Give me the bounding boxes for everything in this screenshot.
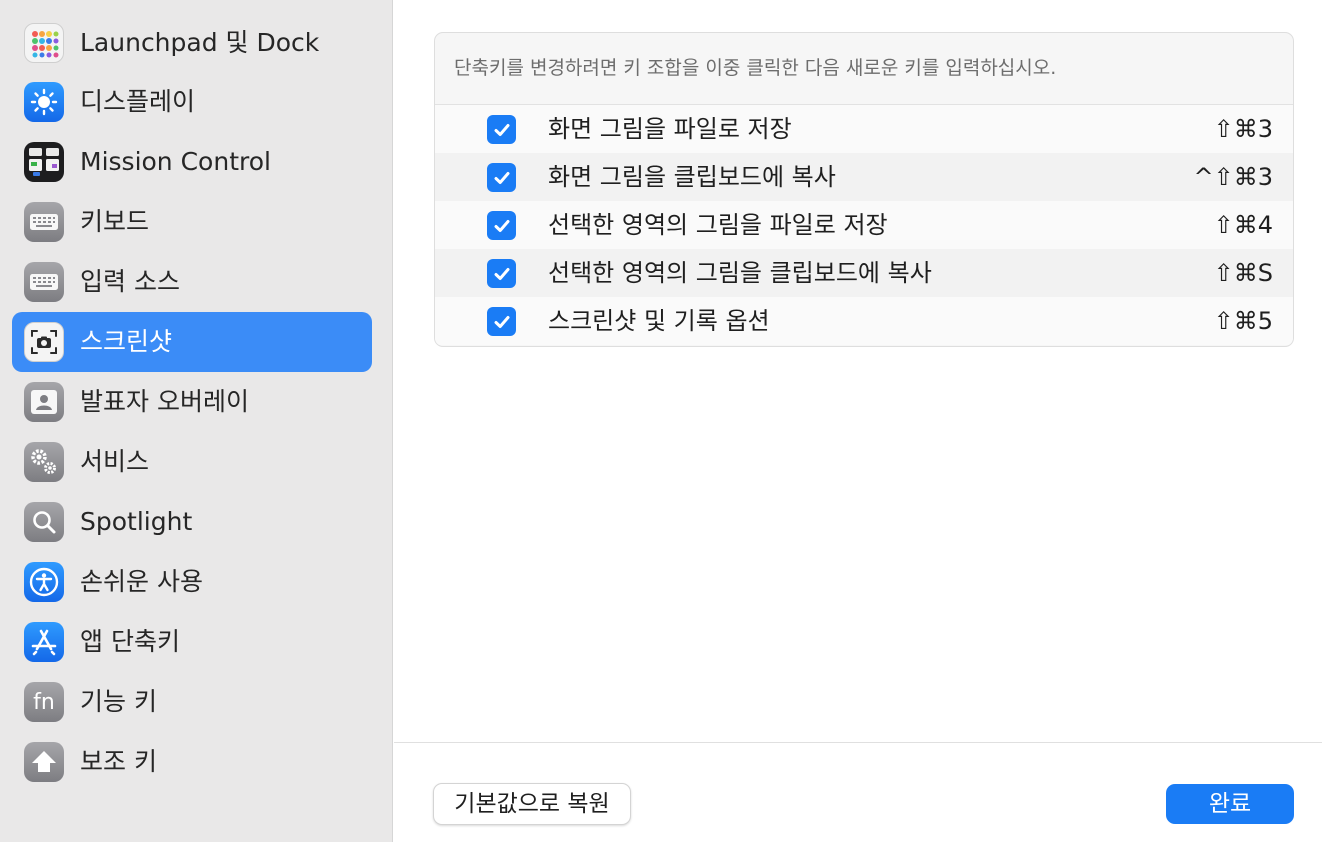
sidebar-item-label: 디스플레이	[80, 87, 196, 116]
sidebar-item-input-sources[interactable]: 입력 소스	[12, 252, 372, 312]
sidebar-item-label: Mission Control	[80, 147, 271, 176]
sidebar-item-label: Launchpad 및 Dock	[80, 28, 320, 57]
checkmark-icon	[494, 267, 509, 280]
shortcut-checkbox[interactable]	[487, 211, 516, 240]
sidebar-item-label: 보조 키	[80, 747, 157, 776]
shortcut-checkbox[interactable]	[487, 163, 516, 192]
shortcut-label: 화면 그림을 클립보드에 복사	[548, 163, 836, 191]
sidebar-item-accessibility[interactable]: 손쉬운 사용	[12, 552, 372, 612]
shortcut-label: 선택한 영역의 그림을 클립보드에 복사	[548, 259, 932, 287]
sidebar-item-services[interactable]: 서비스	[12, 432, 372, 492]
sidebar-item-label: 발표자 오버레이	[80, 387, 249, 416]
sidebar-item-label: 스크린샷	[80, 327, 173, 356]
shortcut-row[interactable]: 선택한 영역의 그림을 파일로 저장 ⇧⌘4	[435, 201, 1293, 249]
keyboard-shortcuts-window: Launchpad 및 Dock 디스플레이 Mission Control 키…	[0, 0, 1322, 842]
shortcuts-group: 단축키를 변경하려면 키 조합을 이중 클릭한 다음 새로운 키를 입력하십시오…	[434, 32, 1294, 347]
sidebar-item-label: 입력 소스	[80, 267, 180, 296]
sidebar-item-spotlight[interactable]: Spotlight	[12, 492, 372, 552]
shortcut-checkbox[interactable]	[487, 259, 516, 288]
checkmark-icon	[494, 123, 509, 136]
shortcut-keys[interactable]: ⇧⌘3	[1214, 105, 1273, 153]
sidebar-item-label: Spotlight	[80, 507, 193, 536]
sidebar-item-label: 앱 단축키	[80, 627, 180, 656]
display-brightness-icon	[24, 82, 64, 122]
app-store-icon	[24, 622, 64, 662]
screenshot-camera-icon	[24, 322, 64, 362]
presenter-overlay-icon	[24, 382, 64, 422]
keyboard-icon	[24, 202, 64, 242]
shortcut-row[interactable]: 선택한 영역의 그림을 클립보드에 복사 ⇧⌘S	[435, 249, 1293, 297]
sidebar: Launchpad 및 Dock 디스플레이 Mission Control 키…	[0, 0, 393, 842]
screenshot-shortcuts-panel: 단축키를 변경하려면 키 조합을 이중 클릭한 다음 새로운 키를 입력하십시오…	[394, 0, 1322, 842]
fn-key-icon: fn	[24, 682, 64, 722]
input-sources-keyboard-icon	[24, 262, 64, 302]
shortcut-row[interactable]: 화면 그림을 클립보드에 복사 ^⇧⌘3	[435, 153, 1293, 201]
shortcut-label: 선택한 영역의 그림을 파일로 저장	[548, 211, 888, 239]
modifier-keys-arrow-icon	[24, 742, 64, 782]
shortcut-row[interactable]: 스크린샷 및 기록 옵션 ⇧⌘5	[435, 297, 1293, 345]
shortcut-keys[interactable]: ^⇧⌘3	[1194, 153, 1274, 201]
shortcut-keys[interactable]: ⇧⌘5	[1214, 297, 1273, 345]
sidebar-item-mission-control[interactable]: Mission Control	[12, 132, 372, 192]
sidebar-item-presenter-overlay[interactable]: 발표자 오버레이	[12, 372, 372, 432]
svg-text:fn: fn	[33, 690, 55, 714]
sidebar-item-app-shortcuts[interactable]: 앱 단축키	[12, 612, 372, 672]
sidebar-item-label: 키보드	[80, 207, 150, 236]
sidebar-item-label: 기능 키	[80, 687, 157, 716]
mission-control-icon	[24, 142, 64, 182]
launchpad-icon	[24, 23, 64, 63]
checkmark-icon	[494, 219, 509, 232]
shortcut-label: 스크린샷 및 기록 옵션	[548, 307, 770, 335]
shortcut-label: 화면 그림을 파일로 저장	[548, 115, 792, 143]
sidebar-item-function-keys[interactable]: fn 기능 키	[12, 672, 372, 732]
sidebar-item-display[interactable]: 디스플레이	[12, 72, 372, 132]
shortcut-keys[interactable]: ⇧⌘4	[1214, 201, 1273, 249]
shortcut-checkbox[interactable]	[487, 307, 516, 336]
sidebar-item-modifier-keys[interactable]: 보조 키	[12, 732, 372, 792]
shortcut-checkbox[interactable]	[487, 115, 516, 144]
sidebar-item-label: 손쉬운 사용	[80, 567, 203, 596]
sidebar-item-launchpad[interactable]: Launchpad 및 Dock	[12, 13, 372, 73]
checkmark-icon	[494, 315, 509, 328]
restore-defaults-button[interactable]: 기본값으로 복원	[433, 783, 631, 825]
sidebar-item-screenshot[interactable]: 스크린샷	[12, 312, 372, 372]
shortcut-keys[interactable]: ⇧⌘S	[1214, 249, 1273, 297]
done-button[interactable]: 완료	[1166, 784, 1294, 824]
shortcut-hint-text: 단축키를 변경하려면 키 조합을 이중 클릭한 다음 새로운 키를 입력하십시오…	[435, 33, 1293, 105]
footer-divider	[394, 742, 1322, 743]
accessibility-icon	[24, 562, 64, 602]
sidebar-item-label: 서비스	[80, 447, 150, 476]
services-gears-icon	[24, 442, 64, 482]
checkmark-icon	[494, 171, 509, 184]
sidebar-item-keyboard[interactable]: 키보드	[12, 192, 372, 252]
shortcut-row[interactable]: 화면 그림을 파일로 저장 ⇧⌘3	[435, 105, 1293, 153]
spotlight-magnifier-icon	[24, 502, 64, 542]
